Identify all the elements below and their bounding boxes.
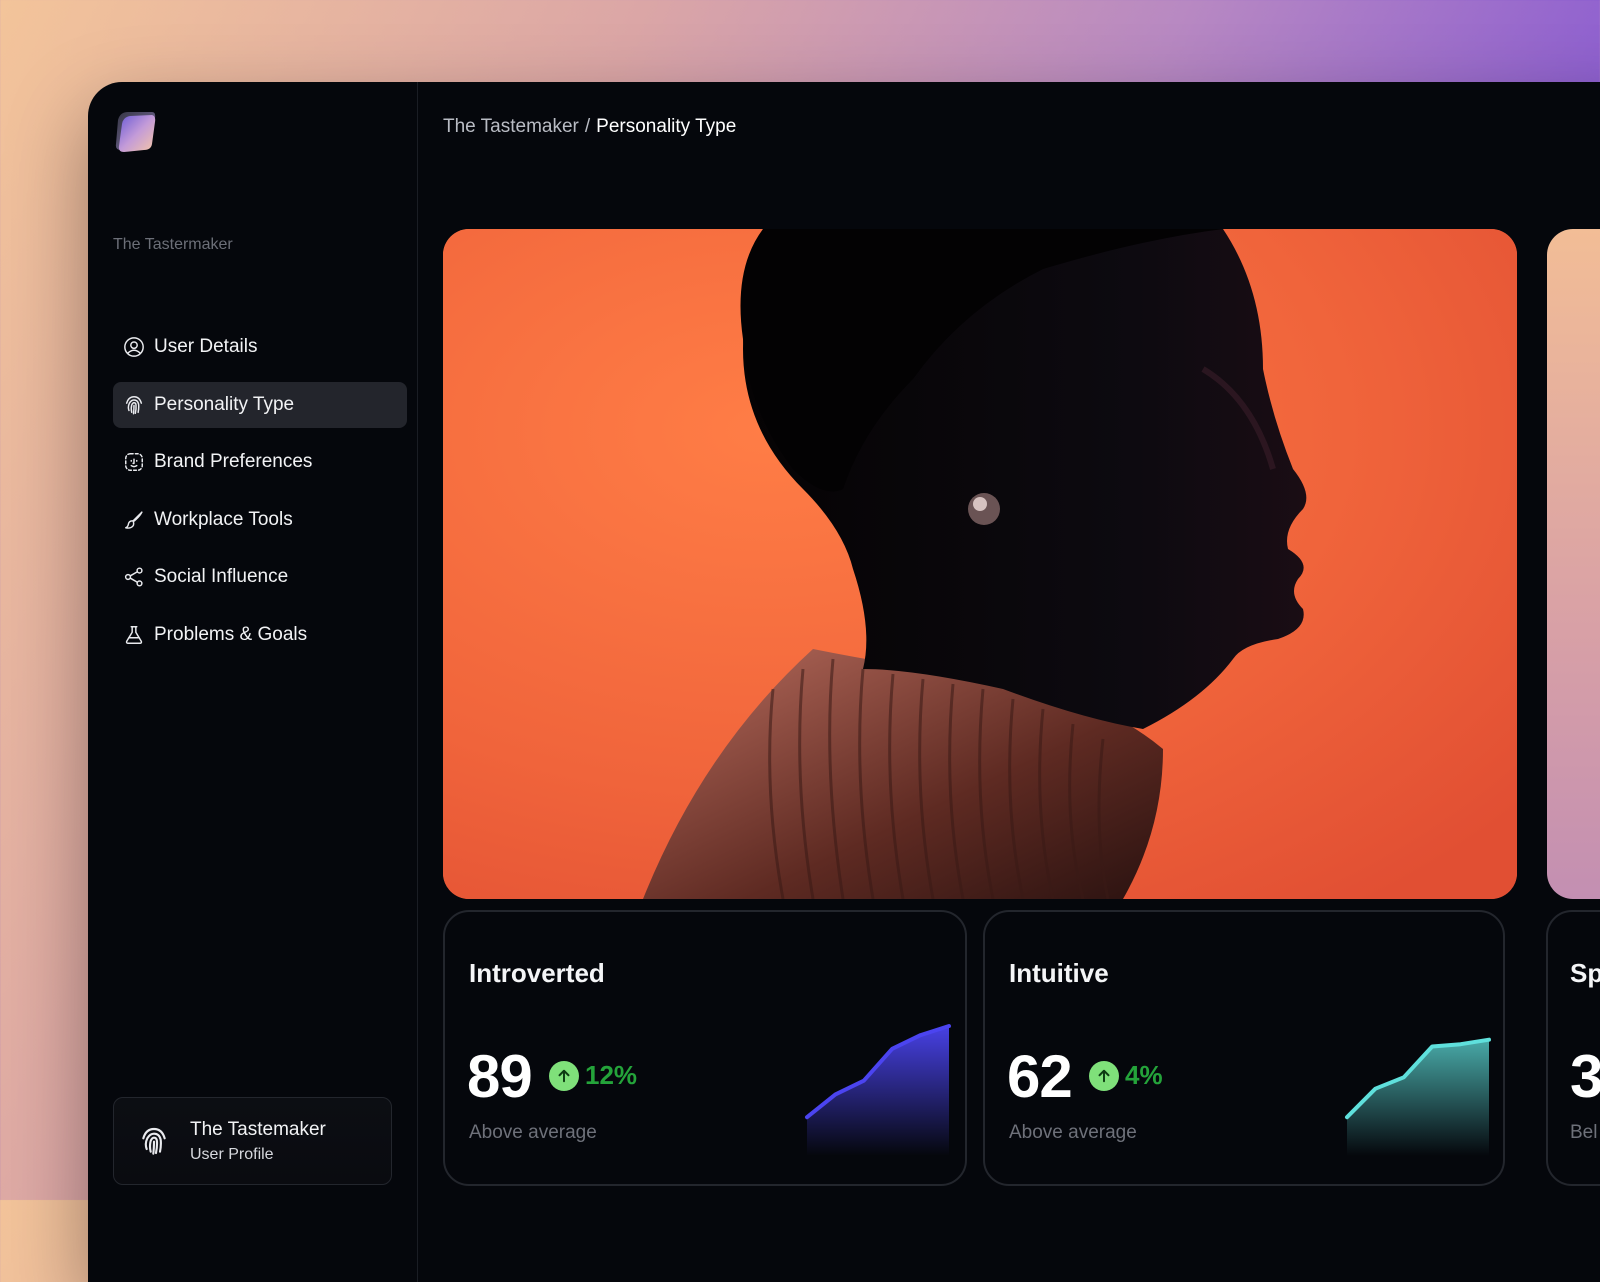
share-icon (122, 565, 146, 589)
fingerprint-icon (138, 1125, 170, 1157)
fingerprint-icon (122, 393, 146, 417)
sidebar-item-label: User Details (154, 336, 258, 357)
sidebar-item-label: Workplace Tools (154, 508, 293, 530)
stat-label: Introverted (469, 958, 605, 988)
stat-label: Intuitive (1009, 958, 1109, 988)
breadcrumb-parent[interactable]: The Tastemaker (443, 116, 579, 137)
profile-subtitle: User Profile (190, 1145, 274, 1163)
breadcrumb: The Tastemaker / Personality Type (443, 116, 736, 138)
app-window: The Tastermaker User Details Personality… (88, 82, 1600, 1282)
sidebar-item-brand-preferences[interactable]: Brand Preferences (113, 439, 407, 485)
hero-portrait-image (443, 229, 1517, 899)
sidebar-item-label: Personality Type (154, 393, 295, 415)
profile-name: The Tastemaker (190, 1118, 326, 1140)
stat-value: 62 (1007, 1043, 1073, 1110)
sidebar-nav: User Details Personality Type Brand Pref… (113, 324, 407, 669)
stat-note: Bel (1570, 1122, 1598, 1143)
sidebar-item-problems-goals[interactable]: Problems & Goals (113, 612, 407, 658)
stat-card-partial[interactable]: Sp 3 Bel (1546, 910, 1600, 1186)
breadcrumb-separator: / (584, 116, 591, 137)
sparkline-chart (1345, 1037, 1491, 1156)
sidebar-item-social-influence[interactable]: Social Influence (113, 554, 407, 600)
stat-card-introverted[interactable]: Introverted 89 12% Above average (443, 910, 967, 1186)
arrow-up-icon (549, 1060, 579, 1091)
sparkline-chart (805, 1024, 951, 1156)
next-card-preview[interactable] (1547, 229, 1600, 899)
stat-delta: 4% (1089, 1060, 1163, 1091)
profile-text: The Tastemaker User Profile (190, 1119, 326, 1164)
user-profile-card[interactable]: The Tastemaker User Profile (113, 1097, 392, 1185)
sparkline-area (807, 1026, 949, 1156)
stat-value: 89 (467, 1043, 533, 1110)
sidebar-section-title: The Tastermaker (113, 236, 233, 253)
stat-card-intuitive[interactable]: Intuitive 62 4% Above average (983, 910, 1505, 1186)
arrow-up-icon (1089, 1060, 1119, 1091)
stat-delta: 12% (549, 1060, 637, 1091)
breadcrumb-current: Personality Type (596, 116, 737, 137)
stat-note: Above average (469, 1122, 597, 1143)
sidebar-item-label: Social Influence (154, 566, 289, 587)
sidebar-item-label: Problems & Goals (154, 623, 308, 645)
stat-delta-percent: 4% (1125, 1060, 1163, 1090)
sidebar: The Tastermaker User Details Personality… (88, 82, 418, 1282)
app-logo[interactable] (112, 108, 158, 154)
stat-delta-percent: 12% (585, 1060, 638, 1090)
sidebar-item-label: Brand Preferences (154, 451, 313, 472)
stat-value: 3 (1570, 1043, 1600, 1110)
flask-icon (122, 623, 146, 647)
sidebar-item-personality-type[interactable]: Personality Type (113, 381, 407, 428)
scan-face-icon (122, 450, 146, 474)
sidebar-item-workplace-tools[interactable]: Workplace Tools (113, 497, 407, 543)
stat-label: Sp (1570, 958, 1600, 988)
user-circle-icon (122, 335, 146, 359)
brush-icon (122, 508, 146, 532)
stat-note: Above average (1009, 1122, 1137, 1143)
sidebar-item-user-details[interactable]: User Details (113, 324, 407, 370)
